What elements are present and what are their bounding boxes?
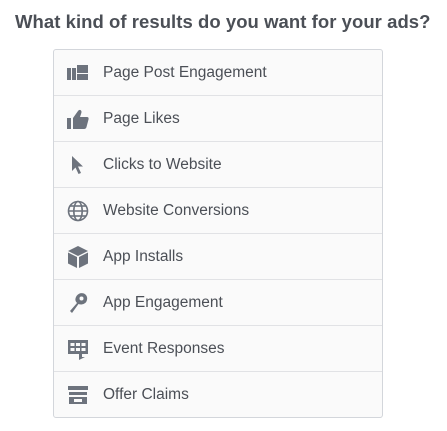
objective-website-conversions[interactable]: Website Conversions [54,187,382,233]
objective-page-likes[interactable]: Page Likes [54,95,382,141]
objective-label: Website Conversions [103,201,250,219]
objective-offer-claims[interactable]: Offer Claims [54,371,382,417]
objective-label: App Engagement [103,293,223,311]
post-engagement-icon [66,61,90,85]
objective-clicks-to-website[interactable]: Clicks to Website [54,141,382,187]
cursor-icon [66,153,90,177]
objective-app-engagement[interactable]: App Engagement [54,279,382,325]
offer-icon [66,383,90,407]
calendar-icon [66,337,90,361]
objective-event-responses[interactable]: Event Responses [54,325,382,371]
objective-page-post-engagement[interactable]: Page Post Engagement [54,50,382,95]
objective-label: Clicks to Website [103,155,222,173]
objective-app-installs[interactable]: App Installs [54,233,382,279]
page-title: What kind of results do you want for you… [15,11,431,32]
objective-label: Event Responses [103,339,225,357]
objective-list: Page Post Engagement Page Likes Clicks t… [53,49,383,418]
gamepad-icon [66,291,90,315]
objective-label: Page Post Engagement [103,63,267,81]
thumbs-up-icon [66,107,90,131]
objective-label: Page Likes [103,109,180,127]
globe-icon [66,199,90,223]
objective-label: App Installs [103,247,184,265]
objective-label: Offer Claims [103,385,189,403]
cube-icon [66,245,90,269]
